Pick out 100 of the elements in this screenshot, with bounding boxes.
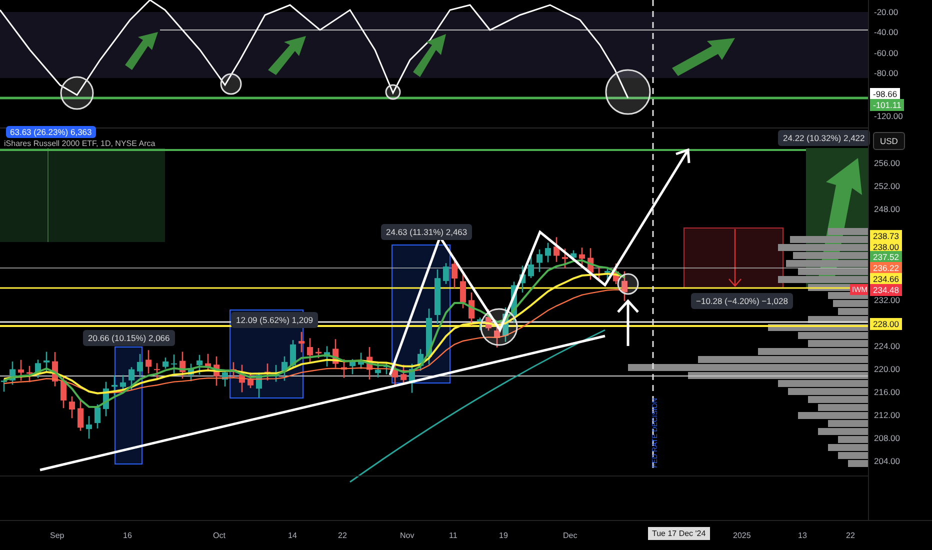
axis-label: -40.00 [874, 27, 898, 37]
candlestick [78, 398, 84, 431]
candlestick [486, 309, 492, 331]
axis-label: -60.00 [874, 48, 898, 58]
candlestick [418, 349, 424, 371]
candlestick [460, 272, 466, 308]
axis-label: Sep [50, 531, 64, 540]
candlestick [128, 367, 134, 390]
price-tag: 238.73 [870, 230, 902, 242]
candlestick [60, 376, 66, 408]
candlestick [162, 358, 168, 369]
candlestick [188, 364, 194, 382]
candlestick [316, 348, 322, 358]
candlestick [103, 382, 109, 416]
axis-label: 256.00 [874, 158, 900, 168]
candlestick [494, 320, 500, 348]
axis-label: 212.00 [874, 410, 900, 420]
axis-label: -120.00 [874, 111, 903, 121]
up-arrow-icon [413, 34, 446, 77]
axis-label: 14 [288, 531, 297, 540]
candlestick [112, 375, 118, 396]
candlestick [256, 372, 262, 398]
measurement-label: 24.22 (10.32%) 2,422 [778, 130, 870, 146]
axis-label: 2025 [733, 531, 751, 540]
candlestick [324, 346, 330, 367]
candlestick [180, 352, 186, 379]
candlestick [35, 360, 41, 378]
axis-label: 22 [846, 531, 855, 540]
candlestick [332, 339, 338, 368]
candlestick [426, 308, 432, 364]
axis-label: 224.00 [874, 341, 900, 351]
price-tag: 236.22 [870, 262, 902, 274]
candlestick [52, 352, 58, 386]
axis-label: 13 [798, 531, 807, 540]
candlestick [205, 354, 211, 370]
candlestick [230, 362, 236, 378]
candlestick [536, 249, 542, 272]
candlestick [358, 352, 364, 369]
candlestick [562, 248, 568, 268]
measurement-label: 63.63 (26.23%) 6,363 [6, 126, 96, 138]
price-tag: 237.52 [870, 251, 902, 263]
currency-button[interactable]: USD [873, 132, 905, 150]
candlestick [282, 356, 288, 381]
crosshair-date-label: Tue 17 Dec '24 [648, 527, 710, 540]
candlestick [384, 363, 390, 374]
candlestick [171, 354, 177, 374]
candlestick [434, 269, 440, 324]
candlestick [477, 318, 483, 330]
symbol-title: iShares Russell 2000 ETF, 1D, NYSE Arca [4, 139, 156, 148]
candlestick [366, 347, 372, 380]
axis-label: 16 [123, 531, 132, 540]
candlestick [443, 263, 449, 284]
candlestick [94, 404, 100, 428]
candlestick [290, 340, 296, 369]
measurement-label: 20.66 (10.15%) 2,066 [83, 330, 175, 346]
candlestick [69, 396, 75, 418]
candlestick [341, 359, 347, 378]
candlestick [588, 248, 594, 280]
candlestick [222, 370, 228, 386]
highlight-circle [385, 84, 401, 100]
candlestick [120, 375, 126, 390]
candlestick [18, 360, 24, 381]
axis-label: 248.00 [874, 204, 900, 214]
candlestick [307, 338, 313, 364]
axis-label: 220.00 [874, 364, 900, 374]
candlestick [264, 364, 270, 381]
candlestick [196, 354, 202, 375]
axis-label: 232.00 [874, 295, 900, 305]
up-arrow-icon [268, 36, 306, 75]
up-arrow-icon [125, 32, 158, 70]
axis-label: 19 [499, 531, 508, 540]
value-tag: -101.11 [870, 99, 904, 111]
candlestick [409, 364, 415, 393]
highlight-circle [605, 69, 651, 115]
candlestick [570, 250, 576, 260]
candlestick [622, 271, 628, 302]
candlestick [528, 255, 534, 278]
highlight-circle [480, 308, 518, 346]
price-tag: 234.66 [870, 273, 902, 285]
value-tag: -98.66 [870, 88, 900, 100]
candlestick [146, 350, 152, 374]
axis-label: Nov [400, 531, 414, 540]
axis-label: 204.00 [874, 456, 900, 466]
candlestick [596, 266, 602, 280]
candlestick [1, 378, 7, 392]
candlestick [350, 359, 356, 374]
candlestick [511, 282, 517, 322]
price-tag: 228.00 [870, 318, 902, 330]
candlestick [273, 364, 279, 382]
candlestick [86, 416, 92, 439]
candlestick [468, 292, 474, 326]
axis-label: 22 [338, 531, 347, 540]
candlestick [520, 266, 526, 292]
axis-label: 11 [449, 531, 458, 540]
down-arrow-icon [728, 229, 742, 287]
highlight-circle [617, 273, 639, 295]
price-tag: 234.48 [870, 284, 902, 296]
highlight-circle [220, 73, 242, 95]
measurement-label: −10.28 (−4.20%) −1,028 [691, 293, 793, 309]
candlestick [10, 362, 16, 385]
